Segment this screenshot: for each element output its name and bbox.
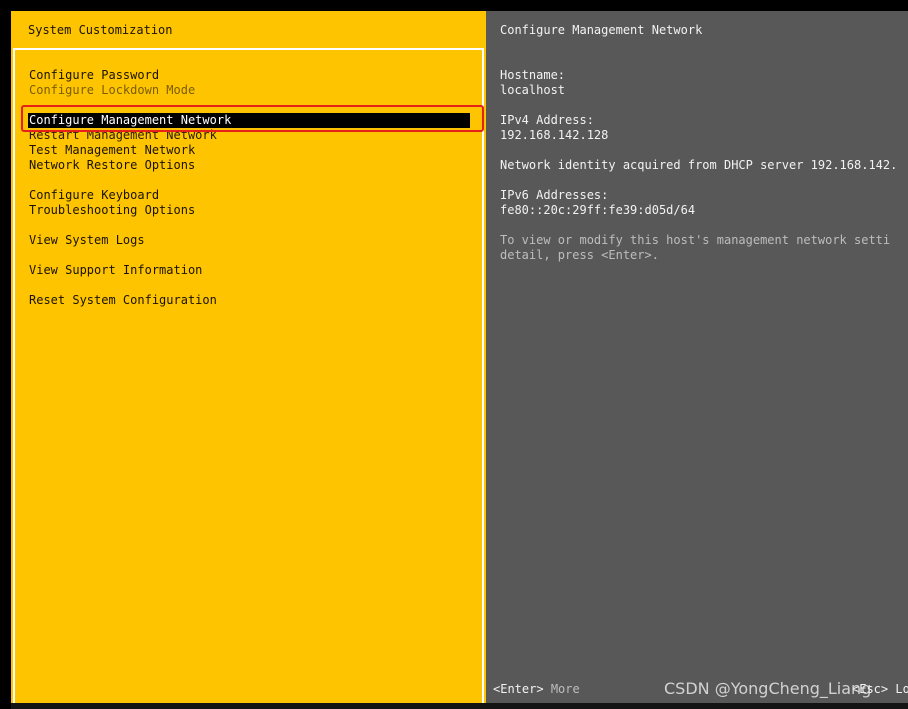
network-info: Hostname: localhost IPv4 Address: 192.16…	[500, 68, 908, 263]
ipv4-value: 192.168.142.128	[500, 128, 609, 142]
panel-border-right	[482, 48, 484, 705]
footer-enter-hint: <Enter> More	[493, 682, 580, 697]
menu-item-configure-password[interactable]: Configure Password	[28, 68, 470, 83]
menu-item-test-management-network[interactable]: Test Management Network	[28, 143, 470, 158]
configure-management-network-panel: Configure Management Network Hostname: l…	[486, 11, 908, 709]
menu-item-view-system-logs[interactable]: View System Logs	[28, 233, 470, 248]
menu-item-view-support-information[interactable]: View Support Information	[28, 263, 470, 278]
enter-key[interactable]: <Enter>	[493, 682, 544, 696]
menu-item-configure-keyboard[interactable]: Configure Keyboard	[28, 188, 470, 203]
help-text-line-1: To view or modify this host's management…	[500, 233, 891, 247]
ipv4-label: IPv4 Address:	[500, 113, 594, 127]
panel-border-left	[13, 48, 15, 705]
ipv6-value: fe80::20c:29ff:fe39:d05d/64	[500, 203, 696, 217]
menu-item-restart-management-network[interactable]: Restart Management Network	[28, 128, 470, 143]
esc-action: Lo	[895, 682, 908, 696]
menu-item-troubleshooting-options[interactable]: Troubleshooting Options	[28, 203, 470, 218]
menu-item-network-restore-options[interactable]: Network Restore Options	[28, 158, 470, 173]
dhcp-info: Network identity acquired from DHCP serv…	[500, 158, 898, 172]
ipv6-label: IPv6 Addresses:	[500, 188, 609, 202]
hostname-label: Hostname:	[500, 68, 566, 82]
watermark-text: CSDN @YongCheng_Liang	[664, 679, 872, 698]
enter-action: More	[550, 682, 580, 696]
menu-item-reset-system-configuration[interactable]: Reset System Configuration	[28, 293, 470, 308]
hostname-value: localhost	[500, 83, 566, 97]
top-bar	[0, 0, 908, 11]
system-customization-panel: System Customization Configure Password …	[11, 11, 486, 709]
bottom-bar	[11, 703, 908, 709]
customization-menu: Configure Password Configure Lockdown Mo…	[28, 68, 470, 308]
menu-item-configure-management-network[interactable]: Configure Management Network	[28, 113, 470, 128]
panel-divider	[13, 48, 484, 50]
help-text-line-2: detail, press <Enter>.	[500, 248, 659, 262]
panel-title: System Customization	[28, 23, 173, 37]
detail-title: Configure Management Network	[500, 23, 703, 37]
menu-item-configure-lockdown-mode[interactable]: Configure Lockdown Mode	[28, 83, 470, 98]
